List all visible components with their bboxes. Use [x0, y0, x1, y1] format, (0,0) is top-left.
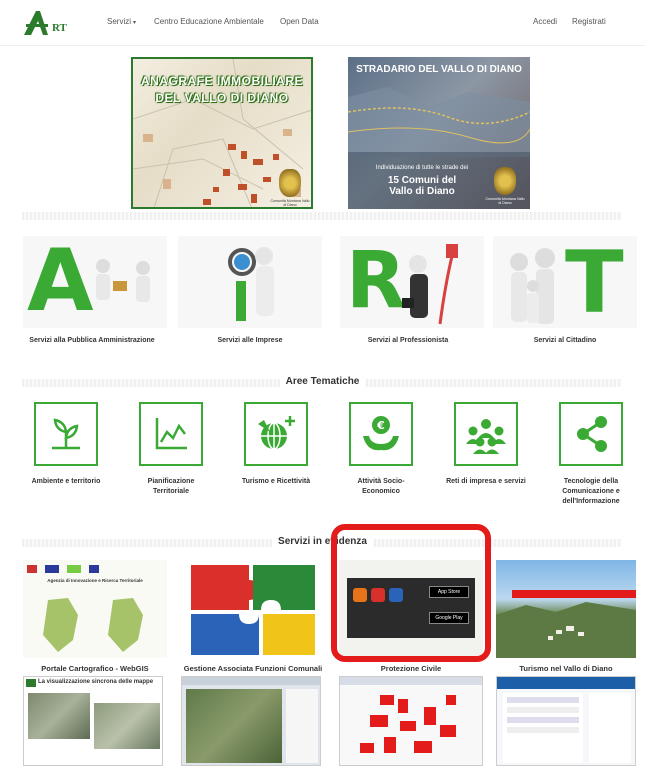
- chart-icon: [155, 418, 187, 450]
- theme-tile-ambiente[interactable]: [34, 402, 98, 466]
- highlight-label-gestione[interactable]: Gestione Associata Funzioni Comunali: [181, 664, 325, 673]
- businessman-plug-icon: [402, 244, 458, 325]
- service-label-professionista[interactable]: Servizi al Professionista: [333, 337, 483, 344]
- banner-anagrafe-immobiliare[interactable]: ANAGRAFE IMMOBILIARE DEL VALLO DI DIANO …: [131, 57, 313, 209]
- content-list: [503, 693, 583, 763]
- theme-label-turismo[interactable]: Turismo e Ricettività: [224, 477, 328, 487]
- share-icon: [577, 416, 607, 452]
- screenshot-webgis[interactable]: La visualizzazione sincrona delle mappe: [23, 676, 163, 766]
- theme-label-ambiente-line1: Ambiente e territorio: [31, 478, 101, 485]
- comunita-montana-seal-icon: [494, 167, 516, 195]
- map-thumbnail: [28, 693, 90, 739]
- highlight-label-webgis[interactable]: Portale Cartografico - WebGIS: [23, 664, 167, 673]
- banner-anagrafe-title: ANAGRAFE IMMOBILIARE DEL VALLO DI DIANO: [137, 73, 307, 107]
- banner-stradario-heading-line1: 15 Comuni del: [387, 175, 457, 186]
- banner-stradario-subtitle: Individuazione di tutte le strade dei: [375, 165, 469, 171]
- svg-text:RT: RT: [52, 22, 68, 34]
- banner-stradario-heading-line2: Vallo di Diano: [389, 186, 455, 197]
- service-tile-professionista[interactable]: R: [340, 236, 484, 328]
- comunita-montana-seal-icon: [279, 169, 301, 197]
- highlight-label-protezione[interactable]: Protezione Civile: [339, 664, 483, 673]
- theme-label-turismo-line1: Turismo e Ricettività: [241, 478, 311, 485]
- section-title-servizi-evidenza: Servizi in evidenza: [0, 536, 645, 547]
- banner-seal-caption: Comunità Montana Vallo di Diano: [485, 197, 525, 205]
- globe-plane-icon: [258, 416, 295, 450]
- theme-tile-pianificazione[interactable]: [139, 402, 203, 466]
- nav-registrati[interactable]: Registrati: [572, 17, 606, 26]
- highlight-turismo-image[interactable]: [496, 560, 636, 658]
- atrt-logo[interactable]: RT: [22, 9, 78, 37]
- theme-tile-attivita[interactable]: €: [349, 402, 413, 466]
- theme-label-reti-line1: Reti di impresa e servizi: [446, 478, 526, 485]
- section-title-aree-tematiche-text: Aree Tematiche: [279, 376, 366, 387]
- theme-label-pianificazione-line2: Territoriale: [152, 488, 190, 495]
- gis-map-view: [186, 689, 282, 763]
- banner-anagrafe-seal-caption: Comunità Montana Vallo di Diano: [270, 199, 310, 207]
- banner-anagrafe-title-line1: ANAGRAFE IMMOBILIARE: [141, 74, 303, 88]
- service-label-pa[interactable]: Servizi alla Pubblica Amministrazione: [17, 337, 167, 344]
- theme-label-tecnologie-line2: Comunicazione e: [562, 488, 620, 495]
- service-label-imprese[interactable]: Servizi alle Imprese: [175, 337, 325, 344]
- theme-label-reti[interactable]: Reti di impresa e servizi: [434, 477, 538, 487]
- theme-label-attivita-line2: Economico: [362, 488, 400, 495]
- banner-stradario-heading: 15 Comuni del Vallo di Diano: [354, 175, 490, 197]
- section-title-aree-tematiche: Aree Tematiche: [0, 376, 645, 387]
- service-tile-cittadino[interactable]: T: [493, 236, 637, 328]
- layers-panel: [286, 689, 318, 763]
- theme-label-pianificazione-line1: Pianificazione: [147, 478, 195, 485]
- screenshot-protezione[interactable]: [339, 676, 483, 766]
- service-label-cittadino[interactable]: Servizi al Cittadino: [490, 337, 640, 344]
- caret-down-icon: ▾: [133, 20, 137, 26]
- theme-label-attivita[interactable]: Attività Socio- Economico: [329, 477, 433, 497]
- service-tile-imprese[interactable]: [178, 236, 322, 328]
- theme-label-tecnologie[interactable]: Tecnologie della Comunicazione e dell'In…: [539, 477, 643, 507]
- map-thumbnail: [94, 703, 160, 749]
- nav-servizi-dropdown[interactable]: Servizi ▾: [107, 17, 136, 26]
- hands-euro-icon: €: [363, 416, 399, 451]
- banner-anagrafe-title-line2: DEL VALLO DI DIANO: [155, 91, 289, 105]
- window-toolbar: [340, 677, 482, 685]
- theme-tile-reti[interactable]: [454, 402, 518, 466]
- screenshot-turismo[interactable]: [496, 676, 636, 766]
- sidebar-panel: [589, 693, 631, 763]
- theme-label-tecnologie-line1: Tecnologie della: [563, 478, 619, 485]
- plant-icon: [52, 418, 80, 450]
- highlight-label-turismo[interactable]: Turismo nel Vallo di Diano: [496, 664, 636, 673]
- nav-open-data[interactable]: Open Data: [280, 17, 319, 26]
- theme-label-attivita-line1: Attività Socio-: [357, 478, 405, 485]
- valley-panorama-icon: [496, 590, 636, 658]
- people-exchange-icon: [96, 259, 150, 302]
- highlight-gestione-image[interactable]: [181, 560, 325, 658]
- theme-tile-turismo[interactable]: [244, 402, 308, 466]
- theme-label-ambiente[interactable]: Ambiente e territorio: [14, 477, 118, 487]
- family-icon: [510, 248, 555, 324]
- network-people-icon: [466, 419, 506, 454]
- atrt-mini-logo: [26, 679, 36, 687]
- banner-stradario[interactable]: STRADARIO DEL VALLO DI DIANO Individuazi…: [348, 57, 530, 209]
- theme-label-tecnologie-line3: dell'Informazione: [562, 498, 620, 505]
- service-tile-pa[interactable]: A: [23, 236, 167, 328]
- screenshot-gestione[interactable]: [181, 676, 321, 766]
- highlight-red-outline: [331, 524, 491, 662]
- building-map-icon: [360, 695, 456, 753]
- highlight-webgis-image[interactable]: Agenzia di Innovazione e Ricerca Territo…: [23, 560, 167, 658]
- svg-text:€: €: [376, 419, 385, 432]
- theme-label-pianificazione[interactable]: Pianificazione Territoriale: [119, 477, 223, 497]
- window-toolbar: [182, 677, 320, 685]
- theme-tile-tecnologie[interactable]: [559, 402, 623, 466]
- screenshot-webgis-caption: La visualizzazione sincrona delle mappe: [38, 679, 154, 685]
- nav-centro-educazione-ambientale[interactable]: Centro Educazione Ambientale: [154, 17, 264, 26]
- site-header: [497, 677, 635, 689]
- nav-servizi-label: Servizi: [107, 17, 132, 26]
- puzzle-icon: [191, 565, 315, 655]
- banner-stradario-title: STRADARIO DEL VALLO DI DIANO: [356, 64, 522, 75]
- person-magnifier-icon: [228, 247, 274, 321]
- territory-map-icon: [43, 598, 143, 652]
- navbar: RT Servizi ▾ Centro Educazione Ambientale…: [0, 0, 645, 46]
- nav-accedi[interactable]: Accedi: [533, 17, 557, 26]
- section-divider: [22, 212, 622, 220]
